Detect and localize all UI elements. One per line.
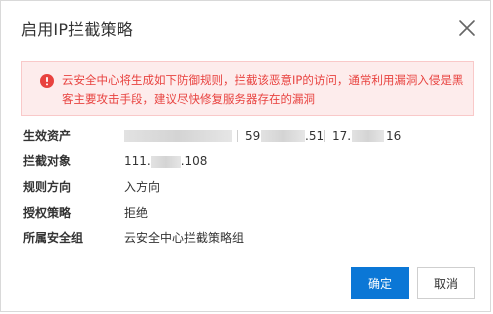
assets-label: 生效资产 <box>23 129 72 143</box>
direction-value: 入方向 <box>124 180 161 194</box>
warning-alert: 云安全中心将生成如下防御规则，拦截该恶意IP的访问，通常利用漏洞入侵是黑客主要攻… <box>21 61 474 116</box>
target-ip-redacted <box>150 155 181 168</box>
exclamation-circle-icon <box>40 73 54 88</box>
asset-separator <box>324 130 325 142</box>
policy-row: 授权策略 拒绝 <box>23 204 473 222</box>
asset-2-redacted <box>261 130 305 142</box>
dialog-title: 启用IP拦截策略 <box>21 20 133 39</box>
asset-1-redacted <box>124 130 232 142</box>
ip-block-policy-dialog: 启用IP拦截策略 云安全中心将生成如下防御规则，拦截该恶意IP的访问，通常利用漏… <box>0 0 491 312</box>
cancel-button[interactable]: 取消 <box>417 267 475 299</box>
direction-label: 规则方向 <box>23 180 72 194</box>
direction-row: 规则方向 入方向 <box>23 178 473 196</box>
asset-3-suffix: 16 <box>386 129 402 143</box>
target-value: 111. .108 <box>124 152 207 170</box>
close-icon[interactable] <box>457 18 477 38</box>
group-label: 所属安全组 <box>23 231 84 245</box>
target-row: 拦截对象 111. .108 <box>23 152 473 170</box>
target-label: 拦截对象 <box>23 154 72 168</box>
asset-2-suffix: .51 <box>305 129 325 143</box>
assets-list: 59 .51 17. 16 <box>124 127 484 145</box>
confirm-button[interactable]: 确定 <box>351 267 409 299</box>
asset-separator <box>237 130 238 142</box>
asset-2-prefix: 59 <box>245 129 261 143</box>
assets-row: 生效资产 59 .51 17. 16 <box>23 127 473 145</box>
group-value: 云安全中心拦截策略组 <box>124 231 245 245</box>
alert-message: 云安全中心将生成如下防御规则，拦截该恶意IP的访问，通常利用漏洞入侵是黑客主要攻… <box>62 73 464 106</box>
target-ip-prefix: 111. <box>124 154 151 168</box>
group-row: 所属安全组 云安全中心拦截策略组 <box>23 229 473 247</box>
policy-value: 拒绝 <box>124 206 149 220</box>
policy-label: 授权策略 <box>23 206 72 220</box>
asset-3-prefix: 17. <box>332 129 352 143</box>
target-ip-suffix: .108 <box>180 154 208 168</box>
asset-3-redacted <box>352 130 384 142</box>
